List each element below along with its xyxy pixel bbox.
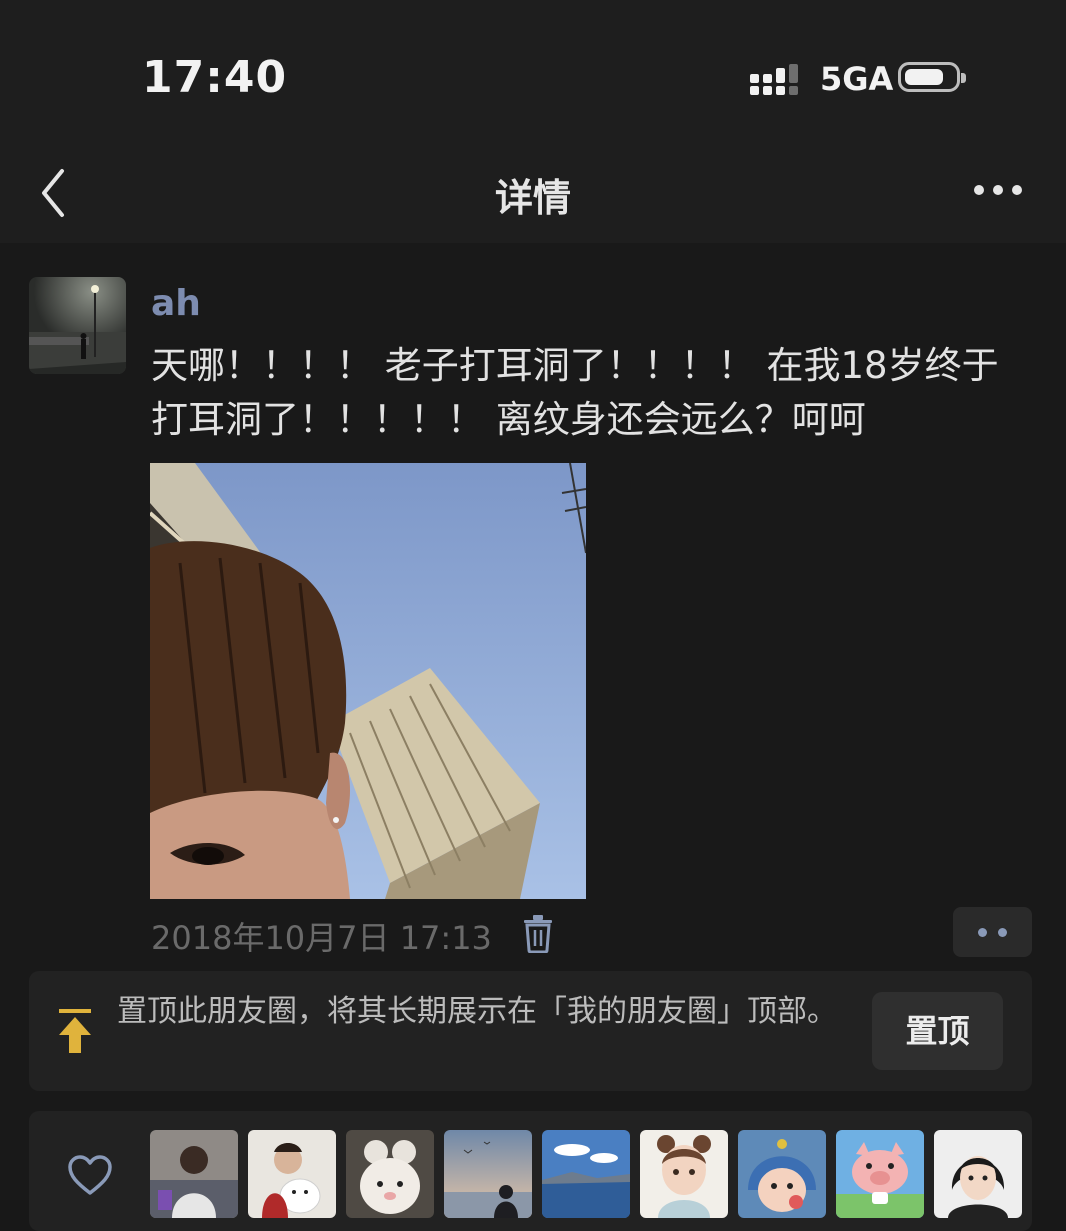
liker-avatar[interactable] xyxy=(836,1130,924,1218)
post-username[interactable]: ah xyxy=(151,283,201,324)
nav-bar: 详情 xyxy=(0,145,1066,244)
battery-icon xyxy=(898,62,966,92)
liker-avatar[interactable] xyxy=(248,1130,336,1218)
post-detail: ah 天哪！！！！ 老子打耳洞了！！！！ 在我18岁终于打耳洞了！！！！！ 离纹… xyxy=(0,243,1066,1231)
heart-icon xyxy=(68,1155,112,1195)
liker-avatar[interactable] xyxy=(934,1130,1022,1218)
liker-avatar[interactable] xyxy=(346,1130,434,1218)
pin-card: 置顶此朋友圈，将其长期展示在「我的朋友圈」顶部。 置顶 xyxy=(29,971,1032,1091)
avatar[interactable] xyxy=(29,277,126,374)
pin-top-icon xyxy=(59,1009,91,1053)
liker-avatar[interactable] xyxy=(542,1130,630,1218)
post-timestamp: 2018年10月7日 17:13 xyxy=(151,919,492,957)
post-photo[interactable] xyxy=(150,463,586,899)
status-bar: 17:40 5GA xyxy=(0,0,1066,145)
more-dots-icon[interactable] xyxy=(970,175,1026,205)
comment-like-button[interactable] xyxy=(953,907,1032,957)
liker-avatar[interactable] xyxy=(738,1130,826,1218)
liker-avatar[interactable] xyxy=(150,1130,238,1218)
likes-card xyxy=(29,1111,1032,1231)
liker-avatar[interactable] xyxy=(444,1130,532,1218)
status-time: 17:40 xyxy=(142,52,288,103)
pin-button[interactable]: 置顶 xyxy=(872,992,1003,1070)
trash-icon[interactable] xyxy=(522,913,554,953)
liker-avatar[interactable] xyxy=(640,1130,728,1218)
network-label: 5GA xyxy=(820,60,894,98)
page-title: 详情 xyxy=(494,176,571,220)
post-text: 天哪！！！！ 老子打耳洞了！！！！ 在我18岁终于打耳洞了！！！！！ 离纹身还会… xyxy=(151,344,999,441)
signal-icon xyxy=(750,64,798,95)
pin-description: 置顶此朋友圈，将其长期展示在「我的朋友圈」顶部。 xyxy=(117,994,837,1029)
